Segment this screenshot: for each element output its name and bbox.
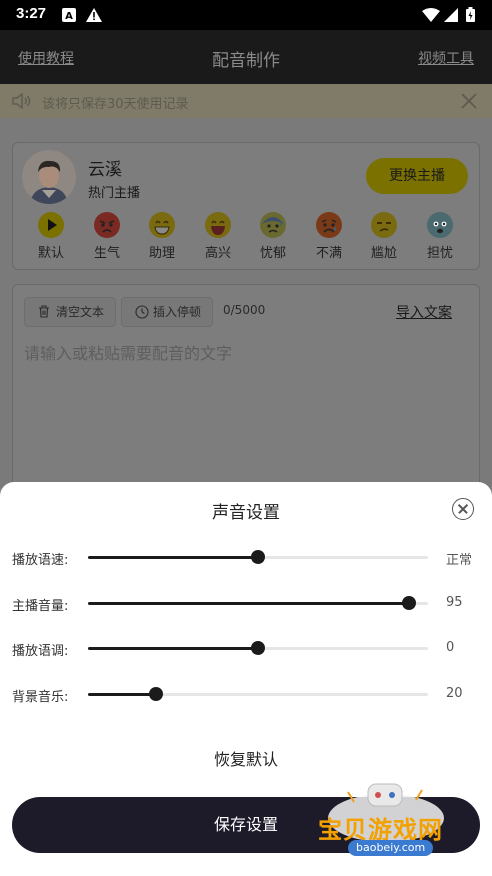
emotion-angry[interactable]: 生气	[87, 212, 127, 261]
sheet-title: 声音设置	[212, 503, 280, 523]
speed-slider[interactable]	[88, 550, 428, 564]
emotion-awkward[interactable]: 尴尬	[364, 212, 404, 261]
battery-icon	[466, 7, 475, 26]
emotion-label: 担忧	[426, 246, 453, 261]
bgm-value: 20	[446, 686, 463, 701]
volume-value: 95	[446, 595, 463, 610]
speaker-icon	[12, 92, 32, 113]
unhappy-face-icon	[316, 212, 342, 238]
emotion-label: 不满	[315, 246, 342, 261]
emotion-label: 忧郁	[259, 246, 286, 261]
play-icon	[38, 212, 64, 238]
bgm-slider[interactable]	[88, 687, 428, 701]
emotion-melancholy[interactable]: 忧郁	[253, 212, 293, 261]
char-counter: 0/5000	[223, 303, 266, 317]
video-tools-link[interactable]: 视频工具	[418, 48, 474, 68]
text-input-placeholder[interactable]: 请输入或粘贴需要配音的文字	[24, 340, 232, 364]
insert-pause-label: 插入停顿	[153, 305, 202, 319]
top-nav-bar: 使用教程 配音制作 视频工具	[0, 30, 492, 84]
emotion-assistant[interactable]: 助理	[142, 212, 182, 261]
watermark-logo: 宝贝游戏网 baobeiy.com	[318, 780, 490, 860]
notification-a-icon: A	[62, 7, 76, 26]
volume-slider[interactable]	[88, 596, 428, 610]
anchor-avatar	[22, 150, 76, 204]
change-anchor-button[interactable]: 更换主播	[366, 158, 468, 194]
laughing-face-icon	[205, 212, 231, 238]
status-bar: 3:27 A	[0, 0, 492, 30]
speed-slider-thumb[interactable]	[251, 550, 265, 564]
emotion-worried[interactable]: 担忧	[420, 212, 460, 261]
angry-face-icon	[94, 212, 120, 238]
speed-slider-row: 播放语速: 正常	[0, 542, 492, 572]
clear-text-button[interactable]: 清空文本	[24, 297, 116, 327]
speed-label: 播放语速:	[12, 553, 69, 568]
pitch-slider[interactable]	[88, 641, 428, 655]
pitch-slider-row: 播放语调: 0	[0, 633, 492, 663]
volume-slider-thumb[interactable]	[402, 596, 417, 610]
restore-defaults-button[interactable]: 恢复默认	[0, 746, 492, 770]
trash-icon	[39, 305, 49, 318]
emotion-happy[interactable]: 高兴	[198, 212, 238, 261]
pitch-label: 播放语调:	[12, 644, 69, 659]
emotion-label: 生气	[93, 246, 120, 261]
close-sheet-icon[interactable]	[452, 498, 474, 520]
emotion-default[interactable]: 默认	[31, 212, 71, 261]
sweat-face-icon	[260, 212, 286, 238]
pitch-slider-thumb[interactable]	[251, 641, 265, 655]
clock-icon	[135, 305, 149, 319]
bgm-label: 背景音乐:	[12, 690, 69, 705]
close-notice-icon[interactable]	[460, 92, 478, 114]
emotion-dissatisfied[interactable]: 不满	[309, 212, 349, 261]
bgm-slider-row: 背景音乐: 20	[0, 679, 492, 709]
emotion-label: 尴尬	[370, 246, 397, 261]
notice-text: 该将只保存30天使用记录	[42, 97, 189, 112]
status-time: 3:27	[16, 5, 47, 22]
grin-face-icon	[149, 212, 175, 238]
pitch-value: 0	[446, 640, 455, 655]
anchor-name: 云溪	[88, 160, 122, 180]
clear-text-label: 清空文本	[56, 305, 105, 319]
bgm-slider-thumb[interactable]	[149, 687, 163, 701]
notice-banner: 该将只保存30天使用记录	[0, 84, 492, 118]
watermark-url: baobeiy.com	[348, 840, 434, 856]
volume-label: 主播音量:	[12, 599, 69, 614]
anchor-subtitle: 热门主播	[88, 186, 141, 201]
emotion-label: 默认	[37, 246, 64, 261]
unamused-face-icon	[371, 212, 397, 238]
warning-icon	[86, 7, 102, 26]
volume-slider-row: 主播音量: 95	[0, 588, 492, 618]
emotion-label: 助理	[148, 246, 175, 261]
anxious-face-icon	[427, 212, 453, 238]
emotion-label: 高兴	[204, 246, 231, 261]
insert-pause-button[interactable]: 插入停顿	[121, 297, 213, 327]
speed-value: 正常	[446, 553, 473, 568]
import-script-link[interactable]: 导入文案	[396, 302, 452, 322]
signal-icon	[444, 7, 458, 26]
svg-text:A: A	[65, 11, 73, 22]
wifi-icon	[422, 7, 440, 26]
